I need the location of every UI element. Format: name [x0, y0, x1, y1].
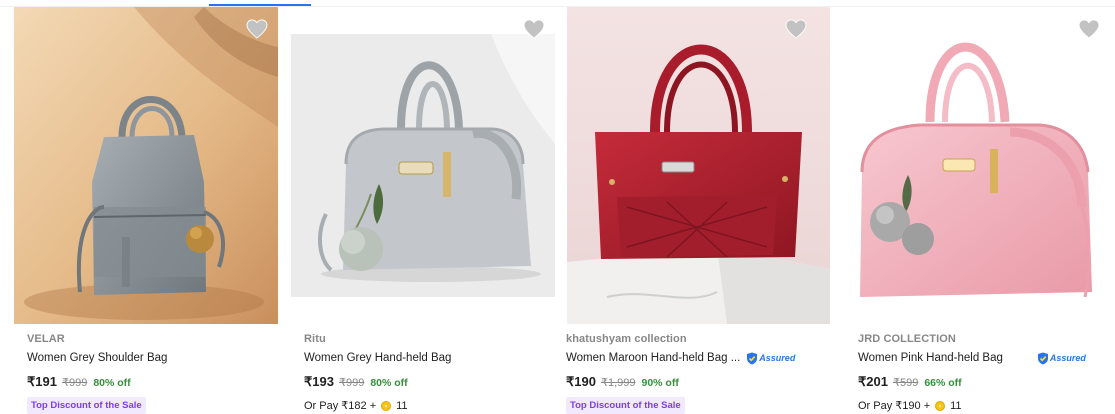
discount-percent: 80% off — [93, 377, 131, 389]
original-price: ₹1,999 — [600, 377, 636, 389]
product-card[interactable]: Ritu Women Grey Hand-held Bag ₹193 ₹999 … — [277, 7, 555, 414]
assured-label: Assured — [759, 353, 796, 363]
price-row: ₹190 ₹1,999 90% off — [566, 370, 820, 394]
supercoin-icon — [381, 401, 392, 411]
original-price: ₹999 — [61, 377, 88, 389]
product-image[interactable] — [567, 7, 830, 324]
product-brand: VELAR — [27, 333, 65, 345]
selling-price: ₹201 — [858, 374, 888, 389]
sale-badge: Top Discount of the Sale — [27, 397, 146, 414]
product-title-row: Women Pink Hand-held Bag Assured — [858, 348, 1105, 368]
assured-shield-icon — [1037, 352, 1048, 364]
product-title-row: Women Grey Shoulder Bag — [27, 348, 267, 368]
product-info: VELAR Women Grey Shoulder Bag ₹191 ₹999 … — [27, 332, 267, 414]
product-brand: JRD COLLECTION — [858, 333, 956, 345]
discount-percent: 80% off — [370, 377, 408, 389]
original-price: ₹599 — [892, 377, 919, 389]
product-title[interactable]: Women Maroon Hand-held Bag ... — [566, 348, 740, 368]
wishlist-heart-icon[interactable] — [246, 19, 268, 39]
product-title[interactable]: Women Grey Shoulder Bag — [27, 348, 167, 368]
wishlist-heart-icon[interactable] — [785, 19, 807, 39]
or-pay-text: Or Pay ₹190 + — [858, 400, 931, 412]
sale-badge: Top Discount of the Sale — [566, 397, 685, 414]
price-row: ₹193 ₹999 80% off — [304, 370, 543, 394]
discount-percent: 90% off — [641, 377, 679, 389]
or-pay-text: Or Pay ₹182 + — [304, 400, 377, 412]
product-image[interactable] — [830, 7, 1115, 324]
selling-price: ₹190 — [566, 374, 596, 389]
supercoin-offer: Or Pay ₹182 + 11 — [304, 397, 543, 414]
coin-count: 11 — [950, 400, 962, 412]
original-price: ₹999 — [338, 377, 365, 389]
coin-count: 11 — [396, 400, 408, 412]
product-brand: khatushyam collection — [566, 333, 687, 345]
supercoin-offer: Or Pay ₹190 + 11 — [858, 397, 1105, 414]
assured-badge: Assured — [746, 352, 795, 365]
product-image[interactable] — [291, 34, 555, 297]
selling-price: ₹191 — [27, 374, 57, 389]
price-row: ₹191 ₹999 80% off — [27, 370, 267, 394]
product-info: khatushyam collection Women Maroon Hand-… — [566, 332, 820, 414]
assured-shield-icon — [747, 352, 758, 364]
product-card[interactable]: VELAR Women Grey Shoulder Bag ₹191 ₹999 … — [0, 7, 278, 414]
product-brand: Ritu — [304, 333, 326, 345]
product-title[interactable]: Women Grey Hand-held Bag — [304, 348, 451, 368]
product-title[interactable]: Women Pink Hand-held Bag — [858, 348, 1003, 368]
wishlist-heart-icon[interactable] — [1078, 19, 1100, 39]
product-card[interactable]: JRD COLLECTION Women Pink Hand-held Bag … — [830, 7, 1115, 414]
price-row: ₹201 ₹599 66% off — [858, 370, 1105, 394]
product-title-row: Women Grey Hand-held Bag — [304, 348, 543, 368]
assured-label: Assured — [1049, 353, 1086, 363]
product-card[interactable]: khatushyam collection Women Maroon Hand-… — [553, 7, 830, 414]
assured-badge: Assured — [1037, 352, 1086, 365]
product-image[interactable] — [14, 7, 278, 324]
product-info: JRD COLLECTION Women Pink Hand-held Bag … — [858, 332, 1105, 414]
discount-percent: 66% off — [924, 377, 962, 389]
supercoin-icon — [935, 401, 946, 411]
selling-price: ₹193 — [304, 374, 334, 389]
product-info: Ritu Women Grey Hand-held Bag ₹193 ₹999 … — [304, 332, 543, 414]
wishlist-heart-icon[interactable] — [523, 19, 545, 39]
product-grid: VELAR Women Grey Shoulder Bag ₹191 ₹999 … — [0, 7, 1115, 414]
product-title-row: Women Maroon Hand-held Bag ... Assured — [566, 348, 820, 368]
